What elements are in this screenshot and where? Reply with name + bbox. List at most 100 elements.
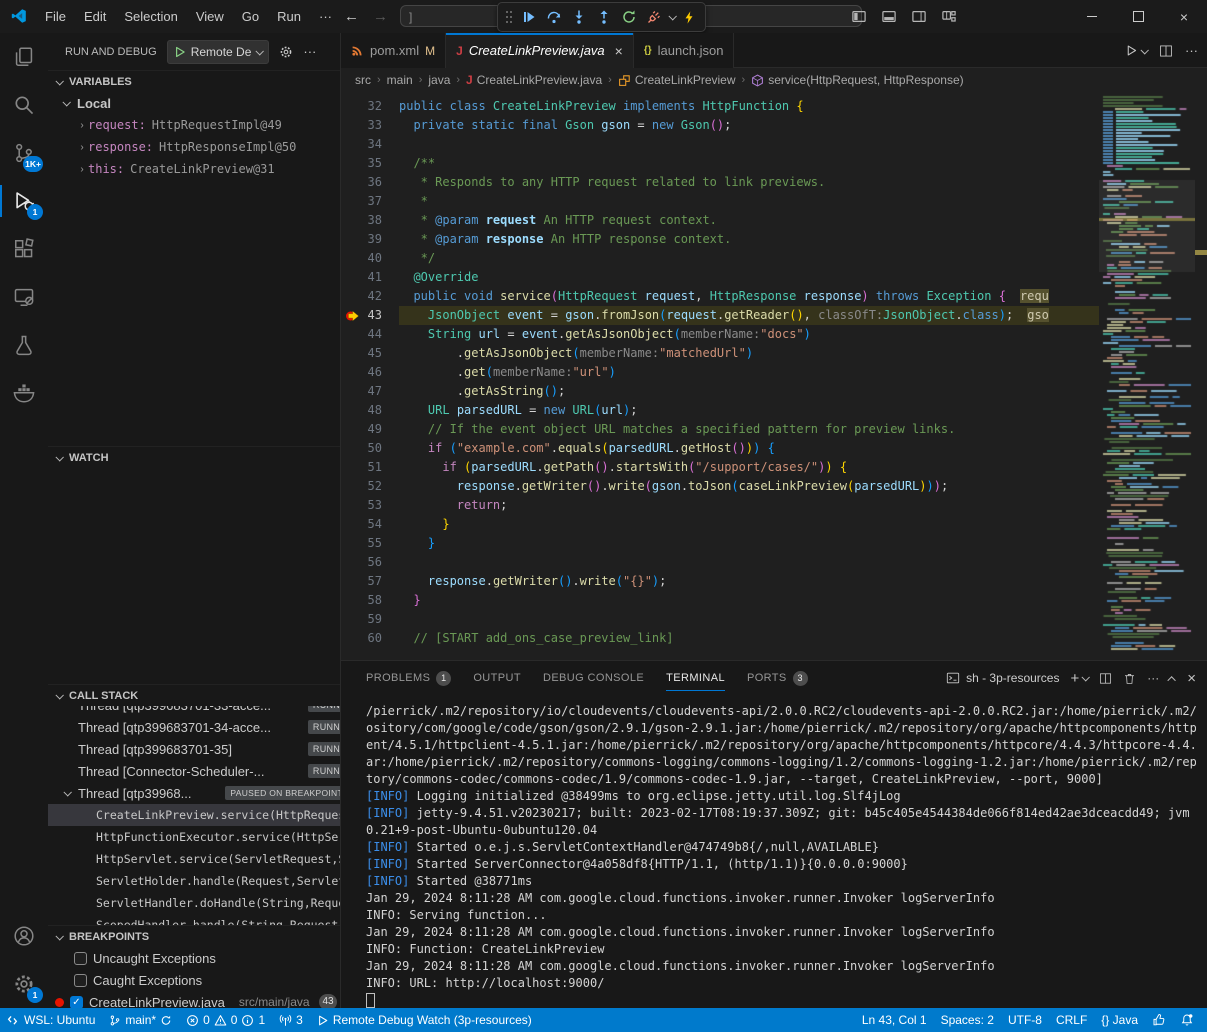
stack-frame[interactable]: HttpFunctionExecutor.service(HttpSer [48, 826, 340, 848]
activity-remote-explorer[interactable] [0, 273, 48, 321]
breakpoint-checkbox[interactable] [74, 952, 87, 965]
activity-run-and-debug[interactable]: 1 [0, 177, 48, 225]
code-line[interactable]: 50 if ("example.com".equals(parsedURL.ge… [341, 439, 1099, 458]
stack-frame[interactable]: ServletHandler.doHandle(String,Reque [48, 892, 340, 914]
close-panel-icon[interactable]: × [1187, 670, 1196, 687]
disconnect-button[interactable] [643, 6, 665, 28]
gutter[interactable]: 52 [341, 477, 399, 496]
feedback[interactable] [1145, 1008, 1173, 1032]
code-line[interactable]: 45 .getAsJsonObject(memberName:"matchedU… [341, 344, 1099, 363]
gutter[interactable]: 43 [341, 306, 399, 325]
close-icon[interactable]: × [615, 43, 623, 59]
gutter[interactable]: 48 [341, 401, 399, 420]
gutter[interactable]: 58 [341, 591, 399, 610]
more-actions-icon[interactable]: ··· [1147, 671, 1159, 685]
language-mode[interactable]: {} Java [1094, 1008, 1145, 1032]
gutter[interactable]: 53 [341, 496, 399, 515]
thread-row[interactable]: Thread [qtp399683701-34-acce...RUNNING [48, 716, 340, 738]
menu-[interactable]: ··· [310, 9, 341, 24]
cursor-position[interactable]: Ln 43, Col 1 [855, 1008, 934, 1032]
code-line[interactable]: 44 String url = event.getAsJsonObject(me… [341, 325, 1099, 344]
code-line[interactable]: 56 [341, 553, 1099, 572]
code-line[interactable]: 59 [341, 610, 1099, 629]
toggle-panel-icon[interactable] [881, 9, 897, 24]
breakpoint-checkbox[interactable] [74, 974, 87, 987]
activity-explorer[interactable] [0, 33, 48, 81]
gutter[interactable]: 36 [341, 173, 399, 192]
breadcrumb-item[interactable]: src [355, 73, 371, 87]
code-line[interactable]: 35 /** [341, 154, 1099, 173]
panel-tab-output[interactable]: OUTPUT [473, 661, 521, 695]
panel-tab-terminal[interactable]: TERMINAL [666, 661, 725, 695]
menu-selection[interactable]: Selection [115, 9, 186, 24]
code-line[interactable]: 51 if (parsedURL.getPath().startsWith("/… [341, 458, 1099, 477]
code-line[interactable]: 40 */ [341, 249, 1099, 268]
gear-icon[interactable] [279, 45, 293, 59]
activity-testing[interactable] [0, 321, 48, 369]
launch-config-dropdown[interactable]: Remote De [167, 40, 270, 64]
stack-frame[interactable]: ServletHolder.handle(Request,Servlet [48, 870, 340, 892]
gutter[interactable]: 35 [341, 154, 399, 173]
menu-go[interactable]: Go [233, 9, 268, 24]
indentation[interactable]: Spaces: 2 [934, 1008, 1001, 1032]
activity-source-control[interactable]: 1K+ [0, 129, 48, 177]
eol[interactable]: CRLF [1049, 1008, 1094, 1032]
menu-file[interactable]: File [36, 9, 75, 24]
watch-section-header[interactable]: WATCH [48, 446, 340, 468]
tab-pom-xml[interactable]: pom.xmlM [341, 33, 446, 68]
panel-tab-debug-console[interactable]: DEBUG CONSOLE [543, 661, 644, 695]
more-actions-icon[interactable]: ··· [1185, 43, 1198, 58]
thread-row-clipped[interactable]: Thread [qtp399683701-33-acce...RUNNING [48, 706, 340, 716]
breakpoint-row[interactable]: ✓CreateLinkPreview.javasrc/main/java43 [48, 991, 340, 1008]
remote-indicator[interactable]: WSL: Ubuntu [0, 1008, 102, 1032]
step-into-button[interactable] [568, 6, 590, 28]
gutter[interactable]: 55 [341, 534, 399, 553]
code-line[interactable]: 39 * @param response An HTTP response co… [341, 230, 1099, 249]
scope-local[interactable]: Local [48, 92, 340, 114]
code-line[interactable]: 34 [341, 135, 1099, 154]
activity-settings[interactable]: 1 [0, 960, 48, 1008]
panel-tab-ports[interactable]: PORTS3 [747, 661, 808, 695]
gutter[interactable]: 60 [341, 629, 399, 648]
breakpoint-row[interactable]: Caught Exceptions [48, 969, 340, 991]
gutter[interactable]: 37 [341, 192, 399, 211]
variables-section-header[interactable]: VARIABLES [48, 70, 340, 92]
split-editor-icon[interactable] [1159, 44, 1173, 58]
code-line[interactable]: 58 } [341, 591, 1099, 610]
nav-back-button[interactable]: ← [344, 8, 359, 25]
menu-edit[interactable]: Edit [75, 9, 115, 24]
thread-row[interactable]: Thread [qtp39968...PAUSED ON BREAKPOINT [48, 782, 340, 804]
gutter[interactable]: 38 [341, 211, 399, 230]
breakpoints-section-header[interactable]: BREAKPOINTS [48, 925, 340, 947]
tab-createlinkpreview-java[interactable]: JCreateLinkPreview.java× [446, 33, 634, 68]
gutter[interactable]: 56 [341, 553, 399, 572]
code-line[interactable]: 54 } [341, 515, 1099, 534]
gutter[interactable]: 45 [341, 344, 399, 363]
gutter[interactable]: 39 [341, 230, 399, 249]
code-line[interactable]: 33 private static final Gson gson = new … [341, 116, 1099, 135]
breakpoint-checkbox[interactable]: ✓ [70, 996, 83, 1009]
run-java-button[interactable] [1125, 44, 1147, 57]
breadcrumb-item[interactable]: CreateLinkPreview [618, 73, 736, 87]
terminal-session[interactable]: sh - 3p-resources [946, 671, 1059, 685]
activity-extensions[interactable] [0, 225, 48, 273]
code-line[interactable]: 48 URL parsedURL = new URL(url); [341, 401, 1099, 420]
gutter[interactable]: 57 [341, 572, 399, 591]
code-editor[interactable]: 32public class CreateLinkPreview impleme… [341, 92, 1207, 660]
stack-frame-clipped[interactable]: ScopedHandler.handle(String,Request, [48, 914, 340, 925]
thread-row[interactable]: Thread [Connector-Scheduler-...RUNNING [48, 760, 340, 782]
gutter[interactable]: 42 [341, 287, 399, 306]
minimap[interactable] [1099, 92, 1195, 660]
customize-layout-icon[interactable] [941, 9, 957, 24]
step-out-button[interactable] [593, 6, 615, 28]
step-over-button[interactable] [543, 6, 565, 28]
new-terminal-button[interactable]: + [1070, 670, 1088, 687]
notifications[interactable] [1173, 1008, 1201, 1032]
maximize-panel-icon[interactable] [1170, 671, 1176, 685]
breadcrumb-item[interactable]: JCreateLinkPreview.java [466, 73, 602, 87]
branch-status[interactable]: main* [102, 1008, 179, 1032]
variable-row[interactable]: ›request:HttpRequestImpl@49 [48, 114, 340, 136]
gutter[interactable]: 50 [341, 439, 399, 458]
close-button[interactable]: × [1161, 0, 1207, 33]
problems-status[interactable]: 001 [179, 1008, 272, 1032]
